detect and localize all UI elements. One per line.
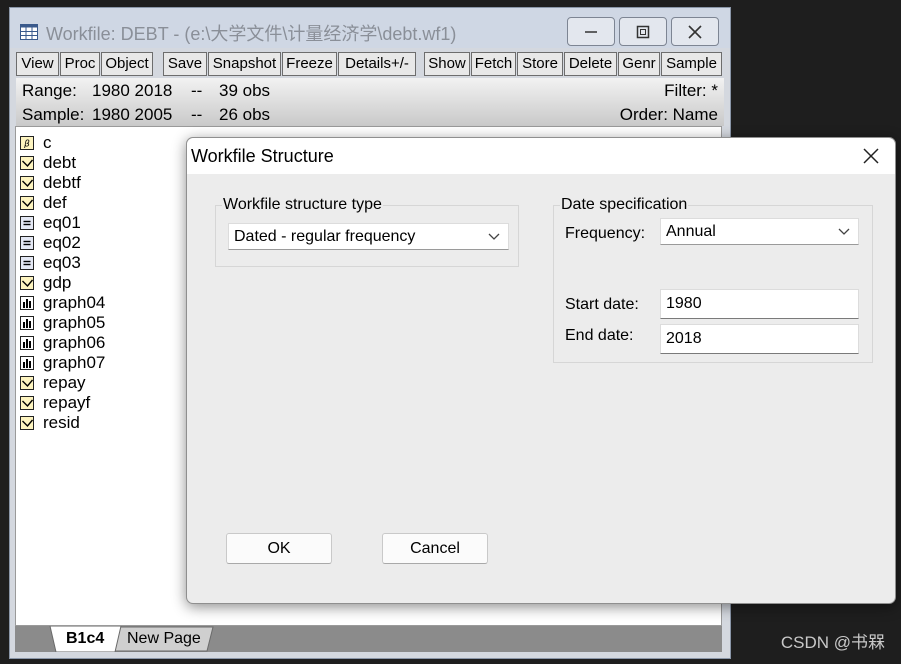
workfile-info-bar: Range: 1980 2018 -- 39 obs Filter: * Sam… [16,78,724,126]
dialog-close-button[interactable] [861,146,881,166]
list-item[interactable]: eq01 [20,213,81,233]
show-button[interactable]: Show [424,52,470,76]
date-spec-group-label: Date specification [560,196,689,214]
list-item[interactable]: β c [20,133,52,153]
equation-icon [20,256,34,270]
list-item[interactable]: gdp [20,273,71,293]
workfile-icon [20,24,38,40]
fetch-button[interactable]: Fetch [471,52,516,76]
series-icon [20,176,34,190]
workfile-title: Workfile: DEBT - (e:\大学文件\计量经济学\debt.wf1… [46,24,457,44]
list-item[interactable]: debtf [20,173,81,193]
range-obs: 39 obs [219,81,271,100]
series-icon [20,156,34,170]
equation-icon [20,216,34,230]
list-item[interactable]: repayf [20,393,90,413]
list-item[interactable]: def [20,193,67,213]
maximize-icon [636,25,650,38]
range-label: Range: [22,81,77,100]
graph-icon [20,296,34,310]
list-item[interactable]: debt [20,153,76,173]
graph-icon [20,336,34,350]
save-button[interactable]: Save [163,52,207,76]
list-item[interactable]: graph06 [20,333,105,353]
equation-icon [20,236,34,250]
series-icon [20,196,34,210]
list-item[interactable]: eq02 [20,233,81,253]
end-date-input[interactable] [660,324,859,354]
dialog-titlebar[interactable]: Workfile Structure [187,138,895,174]
freeze-button[interactable]: Freeze [282,52,337,76]
dialog-title: Workfile Structure [191,146,334,166]
snapshot-button[interactable]: Snapshot [208,52,281,76]
start-date-input[interactable] [660,289,859,319]
workfile-structure-dialog: Workfile Structure Workfile structure ty… [186,137,896,604]
details-button[interactable]: Details+/- [338,52,416,76]
sample-button[interactable]: Sample [661,52,722,76]
order-text: Order: Name [619,105,718,124]
range-separator: -- [191,81,203,100]
sample-separator: -- [191,105,203,124]
list-item[interactable]: graph07 [20,353,105,373]
series-icon [20,276,34,290]
sample-label: Sample: [22,105,85,124]
view-button[interactable]: View [16,52,59,76]
ok-button[interactable]: OK [226,533,332,564]
close-button[interactable] [671,17,719,46]
end-date-label: End date: [565,327,634,344]
list-item[interactable]: eq03 [20,253,81,273]
series-icon [20,416,34,430]
maximize-button[interactable] [619,17,667,46]
proc-button[interactable]: Proc [60,52,100,76]
genr-button[interactable]: Genr [618,52,660,76]
watermark: CSDN @书槑 [780,633,885,652]
list-item[interactable]: repay [20,373,86,393]
cancel-button[interactable]: Cancel [382,533,488,564]
close-icon [863,148,879,164]
structure-type-select[interactable]: Dated - regular frequency [228,223,509,250]
chevron-down-icon [488,233,500,240]
delete-button[interactable]: Delete [564,52,617,76]
store-button[interactable]: Store [517,52,563,76]
sample-value: 1980 2005 [92,105,173,124]
svg-text:β: β [23,140,30,149]
tab-new-page[interactable]: New Page [127,629,201,649]
page-tabbar: B1c4 New Page [15,626,722,652]
filter-text: Filter: * [664,81,718,100]
object-button[interactable]: Object [101,52,153,76]
list-item[interactable]: resid [20,413,80,433]
coef-icon: β [20,136,34,150]
tab-b1c4[interactable]: B1c4 [66,629,104,649]
sample-obs: 26 obs [219,105,271,124]
workfile-titlebar[interactable]: Workfile: DEBT - (e:\大学文件\计量经济学\debt.wf1… [10,8,730,48]
chevron-down-icon [838,228,850,235]
list-item[interactable]: graph04 [20,293,105,313]
frequency-label: Frequency: [565,225,646,242]
list-item[interactable]: graph05 [20,313,105,333]
range-value: 1980 2018 [92,81,173,100]
series-icon [20,376,34,390]
graph-icon [20,316,34,330]
frequency-select[interactable]: Annual [660,218,859,245]
minimize-button[interactable] [567,17,615,46]
structure-type-group-label: Workfile structure type [222,196,383,214]
close-icon [688,24,702,39]
series-icon [20,396,34,410]
graph-icon [20,356,34,370]
minimize-icon [585,30,597,33]
start-date-label: Start date: [565,296,639,313]
